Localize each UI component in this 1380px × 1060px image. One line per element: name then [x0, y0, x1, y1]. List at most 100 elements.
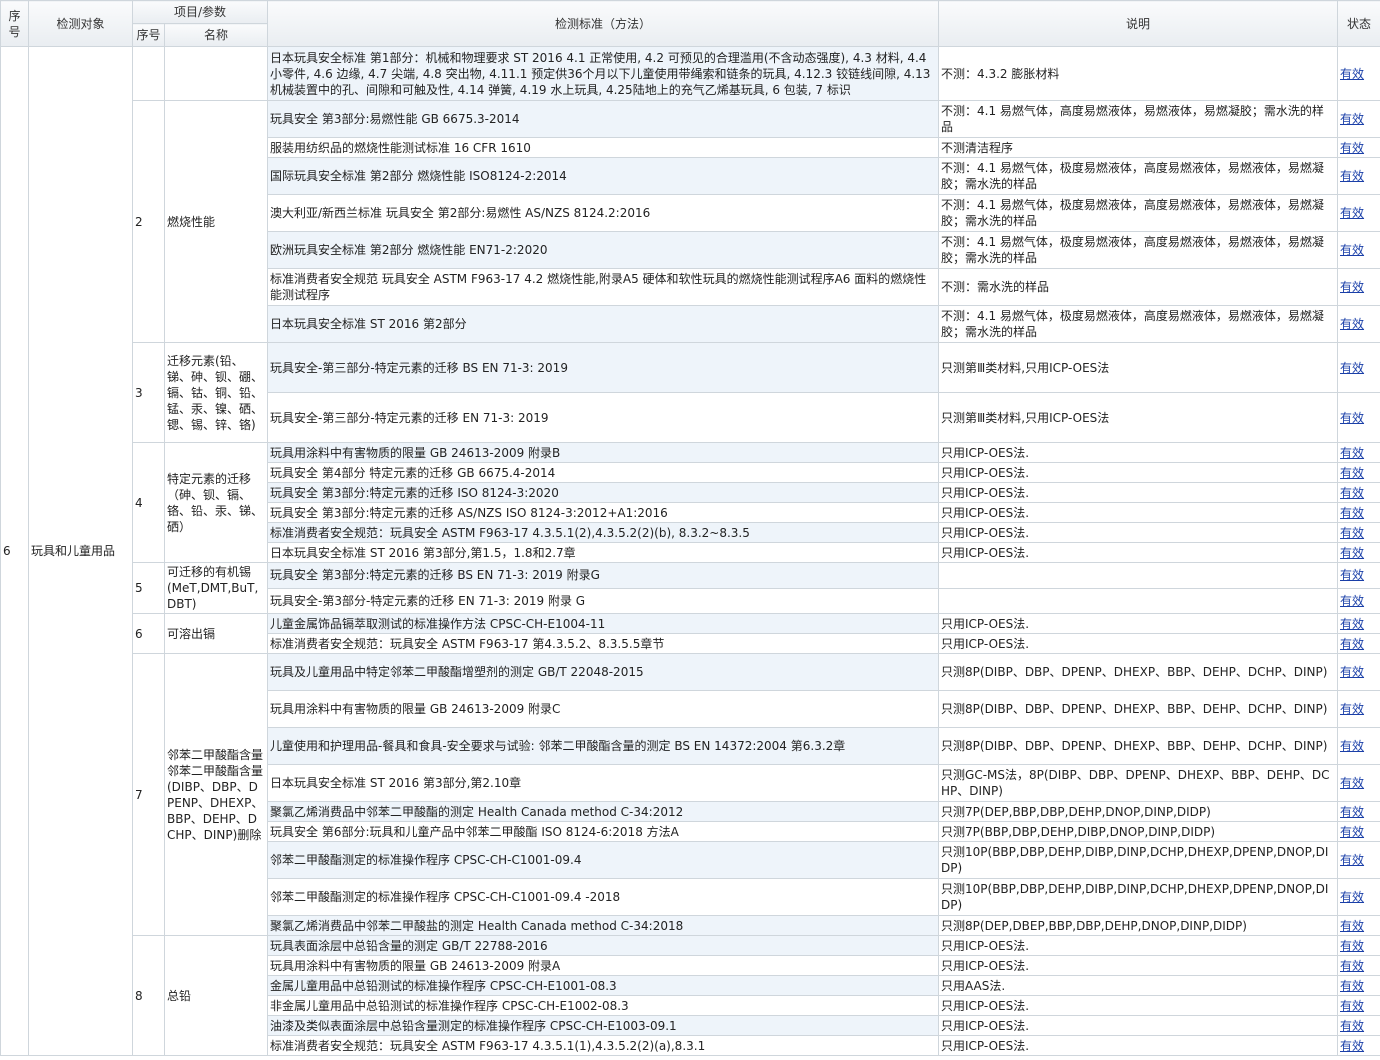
standard-cell: 玩具安全 第4部分 特定元素的迁移 GB 6675.4-2014: [267, 462, 940, 483]
status-link[interactable]: 有效: [1340, 506, 1364, 520]
status-link[interactable]: 有效: [1340, 280, 1364, 294]
table-row: 3 迁移元素(铅、锑、砷、钡、硼、镉、钴、铜、铅、锰、汞、镍、硒、锶、锡、锌、铬)…: [1, 342, 1380, 443]
status-cell: 有效: [1337, 502, 1380, 523]
item-no: 4: [132, 442, 165, 563]
status-link[interactable]: 有效: [1340, 1039, 1364, 1053]
status-cell: 有效: [1337, 100, 1380, 138]
status-cell: 有效: [1337, 915, 1380, 936]
status-cell: 有效: [1337, 653, 1380, 691]
note-cell: 不测：4.1 易燃气体，极度易燃液体，高度易燃液体，易燃液体，易燃凝胶；需水洗的…: [938, 194, 1339, 232]
status-link[interactable]: 有效: [1340, 1019, 1364, 1033]
note-cell: 只测7P(DEP,BBP,DBP,DEHP,DNOP,DINP,DIDP): [938, 801, 1339, 822]
status-cell: 有效: [1337, 392, 1380, 443]
object-name: 玩具和儿童用品: [28, 46, 133, 1056]
status-link[interactable]: 有效: [1340, 853, 1364, 867]
item-no: 3: [132, 342, 165, 443]
header-item-param: 项目/参数: [131, 0, 269, 24]
status-link[interactable]: 有效: [1340, 594, 1364, 608]
status-link[interactable]: 有效: [1340, 825, 1364, 839]
status-link[interactable]: 有效: [1340, 526, 1364, 540]
note-cell: 不测：4.3.2 膨胀材料: [938, 46, 1339, 101]
header-seq: 序号: [0, 0, 29, 47]
status-link[interactable]: 有效: [1340, 486, 1364, 500]
standard-cell: 玩具安全 第3部分:特定元素的迁移 AS/NZS ISO 8124-3:2012…: [267, 502, 940, 523]
status-link[interactable]: 有效: [1340, 243, 1364, 257]
status-link[interactable]: 有效: [1340, 617, 1364, 631]
status-link[interactable]: 有效: [1340, 67, 1364, 81]
status-link[interactable]: 有效: [1340, 112, 1364, 126]
item-name: 特定元素的迁移（砷、钡、镉、铬、铅、汞、锑、硒）: [163, 442, 269, 563]
standard-cell: 玩具安全-第三部分-特定元素的迁移 EN 71-3: 2019: [267, 392, 940, 443]
status-link[interactable]: 有效: [1340, 317, 1364, 331]
standard-cell: 标准消费者安全规范 玩具安全 ASTM F963-17 4.2 燃烧性能,附录A…: [267, 268, 940, 306]
table-row: 6 可溶出镉 儿童金属饰品镉萃取测试的标准操作方法 CPSC-CH-E1004-11…: [1, 613, 1380, 654]
standard-cell: 玩具安全-第3部分-特定元素的迁移 EN 71-3: 2019 附录 G: [267, 587, 940, 614]
status-cell: 有效: [1337, 482, 1380, 503]
standard-cell: 欧洲玩具安全标准 第2部分 燃烧性能 EN71-2:2020: [267, 231, 940, 269]
note-cell: 只用ICP-OES法.: [938, 1015, 1339, 1036]
note-cell: 只测10P(BBP,DBP,DEHP,DIBP,DINP,DCHP,DHEXP,…: [938, 841, 1339, 879]
standard-cell: 玩具安全 第3部分:易燃性能 GB 6675.3-2014: [267, 100, 940, 138]
item-name: 迁移元素(铅、锑、砷、钡、硼、镉、钴、铜、铅、锰、汞、镍、硒、锶、锡、锌、铬): [163, 342, 269, 443]
standard-cell: 聚氯乙烯消费品中邻苯二甲酸酯的测定 Health Canada method C…: [267, 801, 940, 822]
note-cell: 只测第Ⅲ类材料,只用ICP-OES法: [938, 392, 1339, 443]
status-cell: 有效: [1337, 1035, 1380, 1056]
standard-cell: 日本玩具安全标准 ST 2016 第2部分: [267, 305, 940, 343]
note-cell: 不测：4.1 易燃气体，极度易燃液体，高度易燃液体，易燃液体，易燃凝胶；需水洗的…: [938, 157, 1339, 195]
standard-cell: 儿童使用和护理用品-餐具和食具-安全要求与试验: 邻苯二甲酸酯含量的测定 BS …: [267, 727, 940, 765]
status-cell: 有效: [1337, 137, 1380, 158]
note-cell: 只用ICP-OES法.: [938, 1035, 1339, 1056]
status-cell: 有效: [1337, 157, 1380, 195]
standard-cell: 玩具用涂料中有害物质的限量 GB 24613-2009 附录C: [267, 690, 940, 728]
status-link[interactable]: 有效: [1340, 446, 1364, 460]
status-link[interactable]: 有效: [1340, 141, 1364, 155]
note-cell: 只用ICP-OES法.: [938, 995, 1339, 1016]
table-body: 6 玩具和儿童用品 日本玩具安全标准 第1部分：机械和物理要求 ST 2016 4.…: [0, 46, 1380, 1056]
status-link[interactable]: 有效: [1340, 206, 1364, 220]
status-link[interactable]: 有效: [1340, 361, 1364, 375]
status-cell: 有效: [1337, 442, 1380, 463]
status-cell: 有效: [1337, 878, 1380, 916]
note-cell: [938, 562, 1339, 589]
status-link[interactable]: 有效: [1340, 919, 1364, 933]
status-link[interactable]: 有效: [1340, 939, 1364, 953]
standard-cell: 玩具安全 第3部分:特定元素的迁移 BS EN 71-3: 2019 附录G: [267, 562, 940, 589]
status-link[interactable]: 有效: [1340, 999, 1364, 1013]
status-link[interactable]: 有效: [1340, 979, 1364, 993]
status-link[interactable]: 有效: [1340, 702, 1364, 716]
status-link[interactable]: 有效: [1340, 411, 1364, 425]
status-cell: 有效: [1337, 46, 1380, 101]
status-link[interactable]: 有效: [1340, 546, 1364, 560]
status-cell: 有效: [1337, 841, 1380, 879]
status-link[interactable]: 有效: [1340, 568, 1364, 582]
standard-cell: 玩具表面涂层中总铅含量的测定 GB/T 22788-2016: [267, 935, 940, 956]
status-link[interactable]: 有效: [1340, 890, 1364, 904]
status-link[interactable]: 有效: [1340, 466, 1364, 480]
status-link[interactable]: 有效: [1340, 959, 1364, 973]
note-cell: 只用ICP-OES法.: [938, 462, 1339, 483]
status-link[interactable]: 有效: [1340, 169, 1364, 183]
status-cell: 有效: [1337, 194, 1380, 232]
status-link[interactable]: 有效: [1340, 739, 1364, 753]
standard-cell: 玩具安全-第三部分-特定元素的迁移 BS EN 71-3: 2019: [267, 342, 940, 393]
status-cell: 有效: [1337, 542, 1380, 563]
note-cell: 只测8P(DIBP、DBP、DPENP、DHEXP、BBP、DEHP、DCHP、…: [938, 727, 1339, 765]
note-cell: 只测7P(BBP,DBP,DEHP,DIBP,DNOP,DINP,DIDP): [938, 821, 1339, 842]
note-cell: 只测第Ⅲ类材料,只用ICP-OES法: [938, 342, 1339, 393]
note-cell: 只用ICP-OES法.: [938, 482, 1339, 503]
status-link[interactable]: 有效: [1340, 776, 1364, 790]
note-cell: 只用ICP-OES法.: [938, 542, 1339, 563]
header-note: 说明: [938, 0, 1339, 47]
note-cell: 只用ICP-OES法.: [938, 633, 1339, 654]
note-cell: 不测：需水洗的样品: [938, 268, 1339, 306]
note-cell: 不测：4.1 易燃气体，高度易燃液体，易燃液体，易燃凝胶；需水洗的样品: [938, 100, 1339, 138]
status-link[interactable]: 有效: [1340, 805, 1364, 819]
standard-cell: 玩具用涂料中有害物质的限量 GB 24613-2009 附录A: [267, 955, 940, 976]
status-cell: 有效: [1337, 801, 1380, 822]
standard-cell: 邻苯二甲酸酯测定的标准操作程序 CPSC-CH-C1001-09.4: [267, 841, 940, 879]
status-link[interactable]: 有效: [1340, 665, 1364, 679]
standard-cell: 玩具用涂料中有害物质的限量 GB 24613-2009 附录B: [267, 442, 940, 463]
status-link[interactable]: 有效: [1340, 637, 1364, 651]
note-cell: 只用ICP-OES法.: [938, 935, 1339, 956]
item-name: 邻苯二甲酸酯含量邻苯二甲酸酯含量(DIBP、DBP、DPENP、DHEXP、BB…: [163, 653, 269, 936]
